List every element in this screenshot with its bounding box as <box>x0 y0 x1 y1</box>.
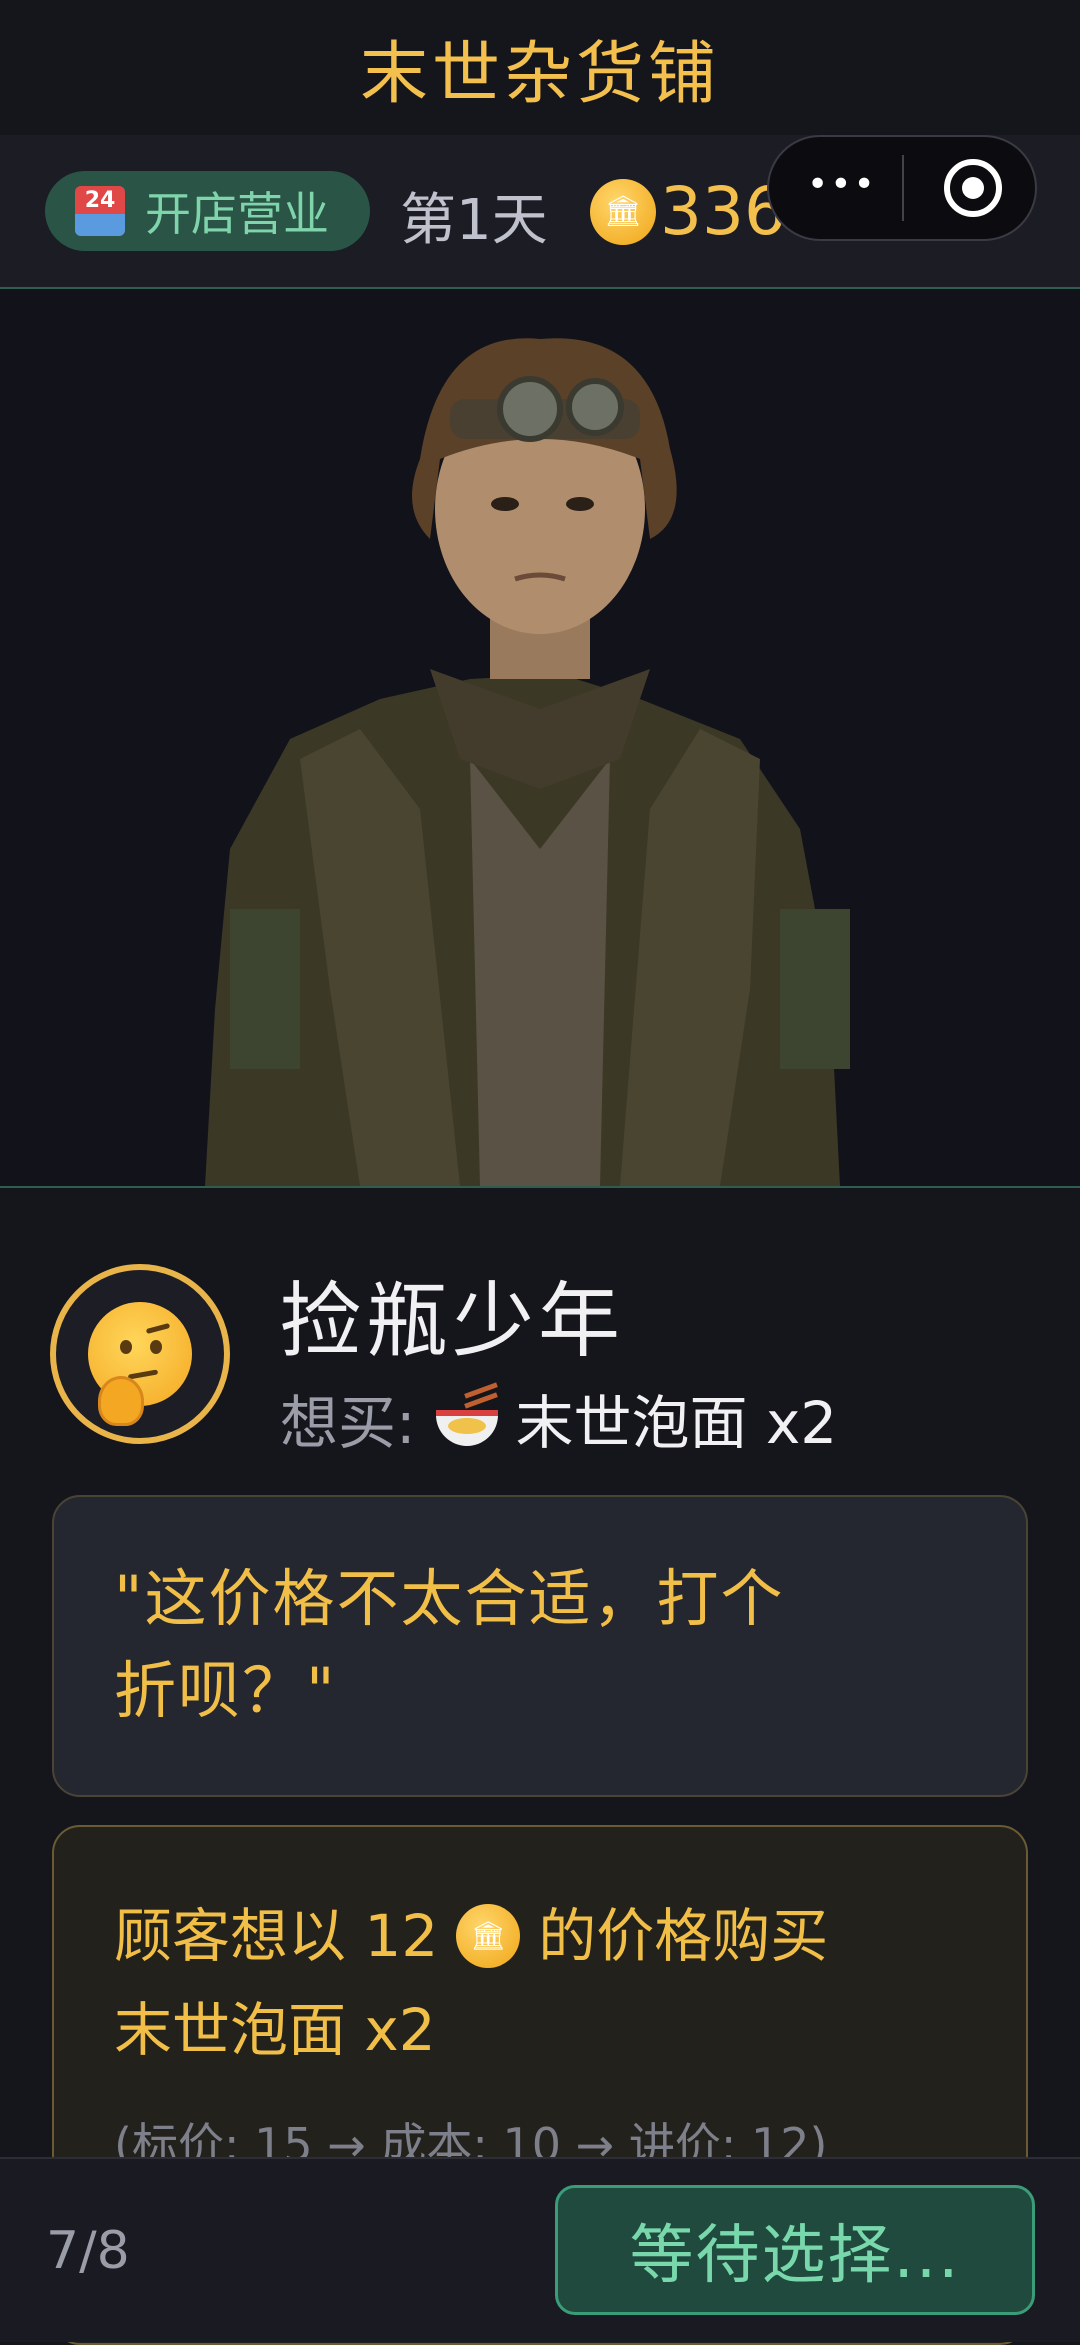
miniprogram-capsule: ••• <box>767 135 1037 241</box>
bottom-bar: 7/8 等待选择... <box>0 2157 1080 2342</box>
customer-progress: 7/8 <box>46 2221 130 2281</box>
coin-balance: 🏛 336 <box>590 173 786 250</box>
dialogue-line-2: 折呗？" <box>114 1654 337 1727</box>
shop-status-badge[interactable]: 24 开店营业 <box>45 171 370 251</box>
more-icon[interactable]: ••• <box>807 167 877 203</box>
shop-status-label: 开店营业 <box>145 187 329 241</box>
customer-wants: 想买: 末世泡面 x2 <box>280 1376 837 1460</box>
offer-suffix: 的价格购买 <box>538 1902 829 1970</box>
title-bar: 末世杂货铺 <box>0 0 1080 135</box>
customer-portrait <box>205 338 850 1186</box>
capsule-divider <box>902 155 904 221</box>
customer-avatar <box>50 1264 230 1444</box>
noodle-bowl-icon <box>434 1382 500 1448</box>
offer-line-2: 末世泡面 x2 <box>114 1996 436 2064</box>
customer-dialogue: "这价格不太合适，打个 折呗？" <box>52 1495 1028 1797</box>
customer-name: 捡瓶少年 <box>280 1274 625 1369</box>
offer-prefix: 顾客想以 12 <box>114 1902 439 1970</box>
target-icon[interactable] <box>944 159 1002 217</box>
coin-icon: 🏛 <box>456 1904 521 1968</box>
thinking-face-icon <box>88 1302 192 1426</box>
wants-item: 末世泡面 x2 <box>515 1389 838 1457</box>
store-24-icon: 24 <box>75 186 125 236</box>
day-counter: 第1天 <box>400 188 548 253</box>
page-title: 末世杂货铺 <box>359 35 720 114</box>
coin-icon: 🏛 <box>590 178 656 245</box>
customer-portrait-area <box>0 289 1080 1188</box>
waiting-button[interactable]: 等待选择... <box>555 2185 1035 2315</box>
dialogue-line-1: "这价格不太合适，打个 <box>114 1562 785 1635</box>
offer-line-1: 顾客想以 12 🏛 的价格购买 <box>114 1889 966 1983</box>
customer-info: 捡瓶少年 想买: 末世泡面 x2 <box>0 1190 1080 1490</box>
wants-label: 想买: <box>280 1389 416 1457</box>
